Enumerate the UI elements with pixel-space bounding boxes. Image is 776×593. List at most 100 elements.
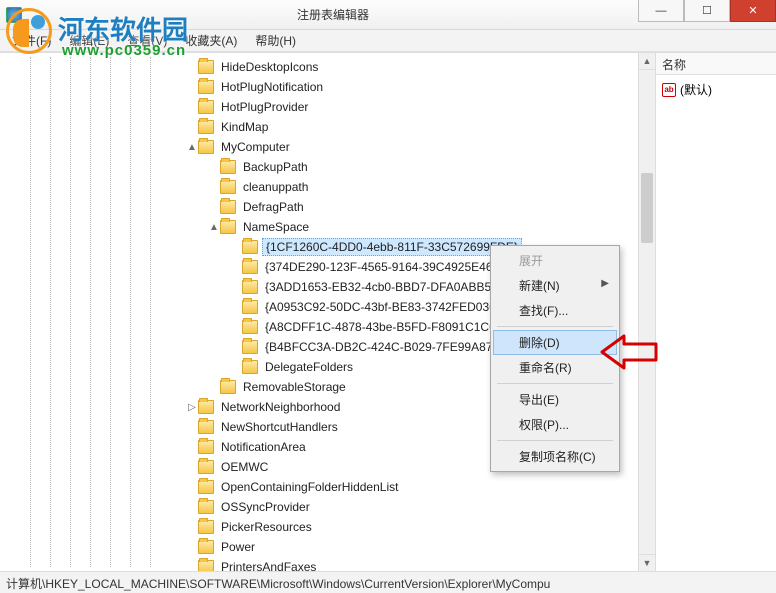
folder-icon (198, 480, 214, 494)
tree-item-label: PrintersAndFaxes (218, 559, 319, 571)
close-button[interactable]: ✕ (730, 0, 776, 22)
folder-icon (198, 540, 214, 554)
minimize-icon: — (656, 5, 667, 17)
folder-icon (220, 380, 236, 394)
folder-icon (242, 360, 258, 374)
expand-toggle-icon[interactable]: ▲ (208, 222, 220, 233)
menubar: 文件(F) 编辑(E) 查看(V) 收藏夹(A) 帮助(H) (0, 30, 776, 52)
close-icon: ✕ (748, 4, 757, 17)
folder-icon (198, 120, 214, 134)
folder-icon (198, 80, 214, 94)
folder-icon (198, 460, 214, 474)
tree-item-label: HideDesktopIcons (218, 59, 321, 75)
folder-icon (198, 560, 214, 571)
tree-item-label: MyComputer (218, 139, 293, 155)
folder-icon (198, 60, 214, 74)
tree-item-label: {A8CDFF1C-4878-43be-B5FD-F8091C1C60D0 (262, 319, 521, 335)
app-icon (6, 7, 22, 23)
tree-item[interactable]: ▲ MyComputer (0, 137, 655, 157)
tree-item-label: OEMWC (218, 459, 271, 475)
folder-icon (242, 320, 258, 334)
tree-item-label: {A0953C92-50DC-43bf-BE83-3742FED03C9C (262, 299, 516, 315)
tree-item-label: DelegateFolders (262, 359, 356, 375)
tree-item[interactable]: Power (0, 537, 655, 557)
tree-item-label: {B4BFCC3A-DB2C-424C-B029-7FE99A87C641 (262, 339, 524, 355)
folder-icon (220, 200, 236, 214)
ctx-separator (497, 326, 613, 327)
tree-item-label: {1CF1260C-4DD0-4ebb-811F-33C572699FDE} (262, 238, 522, 256)
ctx-new-label: 新建(N) (519, 279, 560, 293)
tree-item-label: BackupPath (240, 159, 311, 175)
tree-item-label: HotPlugNotification (218, 79, 326, 95)
maximize-icon: ☐ (702, 4, 712, 17)
minimize-button[interactable]: — (638, 0, 684, 22)
statusbar-path: 计算机\HKEY_LOCAL_MACHINE\SOFTWARE\Microsof… (6, 577, 550, 591)
menu-file[interactable]: 文件(F) (4, 30, 59, 51)
folder-icon (220, 220, 236, 234)
content-area: HideDesktopIcons HotPlugNotification HotPl… (0, 52, 776, 571)
tree-item[interactable]: PrintersAndFaxes (0, 557, 655, 571)
menu-favorites[interactable]: 收藏夹(A) (177, 30, 245, 51)
values-pane: 名称 ab (默认) (656, 53, 776, 571)
tree-item[interactable]: KindMap (0, 117, 655, 137)
ctx-new[interactable]: 新建(N) ▶ (493, 273, 617, 298)
expand-toggle-icon[interactable]: ▲ (186, 142, 198, 153)
ctx-expand[interactable]: 展开 (493, 248, 617, 273)
ctx-separator (497, 383, 613, 384)
folder-icon (242, 300, 258, 314)
maximize-button[interactable]: ☐ (684, 0, 730, 22)
context-menu: 展开 新建(N) ▶ 查找(F)... 删除(D) 重命名(R) 导出(E) 权限… (490, 245, 620, 472)
menu-view[interactable]: 查看(V) (119, 30, 175, 51)
ctx-copy-key-name[interactable]: 复制项名称(C) (493, 444, 617, 469)
ctx-export[interactable]: 导出(E) (493, 387, 617, 412)
expand-toggle-icon[interactable]: ▷ (186, 402, 198, 413)
tree-item[interactable]: HotPlugProvider (0, 97, 655, 117)
folder-icon (242, 280, 258, 294)
folder-icon (198, 400, 214, 414)
ctx-delete[interactable]: 删除(D) (493, 330, 617, 355)
values-header-name[interactable]: 名称 (656, 53, 776, 75)
tree-item-label: {374DE290-123F-4565-9164-39C4925E467B} (262, 259, 514, 275)
tree-item[interactable]: cleanuppath (0, 177, 655, 197)
tree-item[interactable]: PickerResources (0, 517, 655, 537)
tree-item[interactable]: BackupPath (0, 157, 655, 177)
window-title: 注册表编辑器 (28, 6, 638, 23)
ctx-rename[interactable]: 重命名(R) (493, 355, 617, 380)
tree-item-label: RemovableStorage (240, 379, 349, 395)
tree-item[interactable]: HideDesktopIcons (0, 57, 655, 77)
scrollbar-thumb[interactable] (641, 173, 653, 243)
menu-edit[interactable]: 编辑(E) (61, 30, 117, 51)
tree-item[interactable]: OpenContainingFolderHiddenList (0, 477, 655, 497)
menu-help[interactable]: 帮助(H) (247, 30, 304, 51)
tree-item-label: PickerResources (218, 519, 315, 535)
tree-item[interactable]: OSSyncProvider (0, 497, 655, 517)
folder-icon (198, 100, 214, 114)
tree-item-label: HotPlugProvider (218, 99, 311, 115)
folder-icon (220, 160, 236, 174)
ctx-permissions[interactable]: 权限(P)... (493, 412, 617, 437)
titlebar: 注册表编辑器 — ☐ ✕ (0, 0, 776, 30)
tree-item-label: NewShortcutHandlers (218, 419, 341, 435)
ctx-find[interactable]: 查找(F)... (493, 298, 617, 323)
tree-scrollbar[interactable]: ▲ ▼ (638, 53, 655, 571)
folder-icon (198, 440, 214, 454)
statusbar: 计算机\HKEY_LOCAL_MACHINE\SOFTWARE\Microsof… (0, 571, 776, 593)
submenu-arrow-icon: ▶ (601, 278, 609, 289)
tree-item-label: OpenContainingFolderHiddenList (218, 479, 401, 495)
ctx-separator (497, 440, 613, 441)
folder-icon (198, 140, 214, 154)
folder-icon (198, 500, 214, 514)
tree-item-label: KindMap (218, 119, 271, 135)
tree-item-label: DefragPath (240, 199, 307, 215)
tree-item[interactable]: DefragPath (0, 197, 655, 217)
tree-item-label: Power (218, 539, 258, 555)
scrollbar-up-icon[interactable]: ▲ (639, 53, 655, 70)
tree-item-label: NameSpace (240, 219, 312, 235)
folder-icon (198, 420, 214, 434)
tree-item[interactable]: HotPlugNotification (0, 77, 655, 97)
value-row-default[interactable]: ab (默认) (662, 79, 770, 100)
scrollbar-down-icon[interactable]: ▼ (639, 554, 655, 571)
value-name: (默认) (680, 81, 712, 98)
tree-item[interactable]: ▲ NameSpace (0, 217, 655, 237)
tree-item-label: NotificationArea (218, 439, 309, 455)
